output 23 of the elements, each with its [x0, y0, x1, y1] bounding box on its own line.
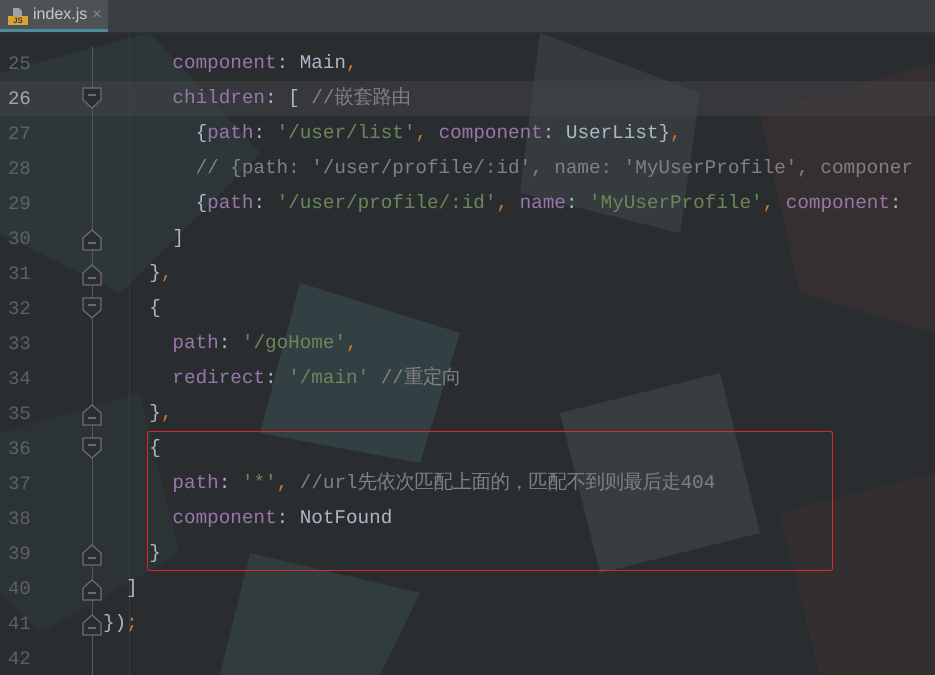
code-line: component: NotFound — [171, 506, 392, 531]
code-line: path: '/goHome', — [171, 331, 358, 356]
code-line: ] — [125, 576, 138, 601]
file-tab[interactable]: JS index.js × — [0, 0, 108, 32]
tab-label: index.js — [33, 6, 88, 24]
code-line: }, — [148, 261, 172, 286]
code-line: // {path: '/user/profile/:id', name: 'MyUserProfile', componer — [194, 156, 913, 181]
code-line: { — [148, 436, 161, 461]
code-line: {path: '/user/profile/:id', name: 'MyUserProfile', component: — [194, 191, 902, 216]
fold-open-icon[interactable] — [80, 296, 102, 322]
code-line: { — [148, 296, 161, 321]
code-line: {path: '/user/list', component: UserList}, — [194, 121, 682, 146]
code-line: path: '*', //url先依次匹配上面的，匹配不到则最后走404 — [171, 471, 716, 496]
code-line: }); — [103, 611, 138, 636]
code-line: ] — [171, 226, 184, 251]
code-line: } — [148, 541, 161, 566]
code-line: redirect: '/main' //重定向 — [171, 366, 461, 391]
fold-open-icon[interactable] — [80, 436, 102, 462]
code-line: component: Main, — [171, 51, 358, 76]
code-line: children: [ //嵌套路由 — [171, 86, 410, 111]
code-line: }, — [148, 401, 172, 426]
fold-open-icon[interactable] — [80, 86, 102, 112]
line-number: 26 — [7, 88, 32, 110]
